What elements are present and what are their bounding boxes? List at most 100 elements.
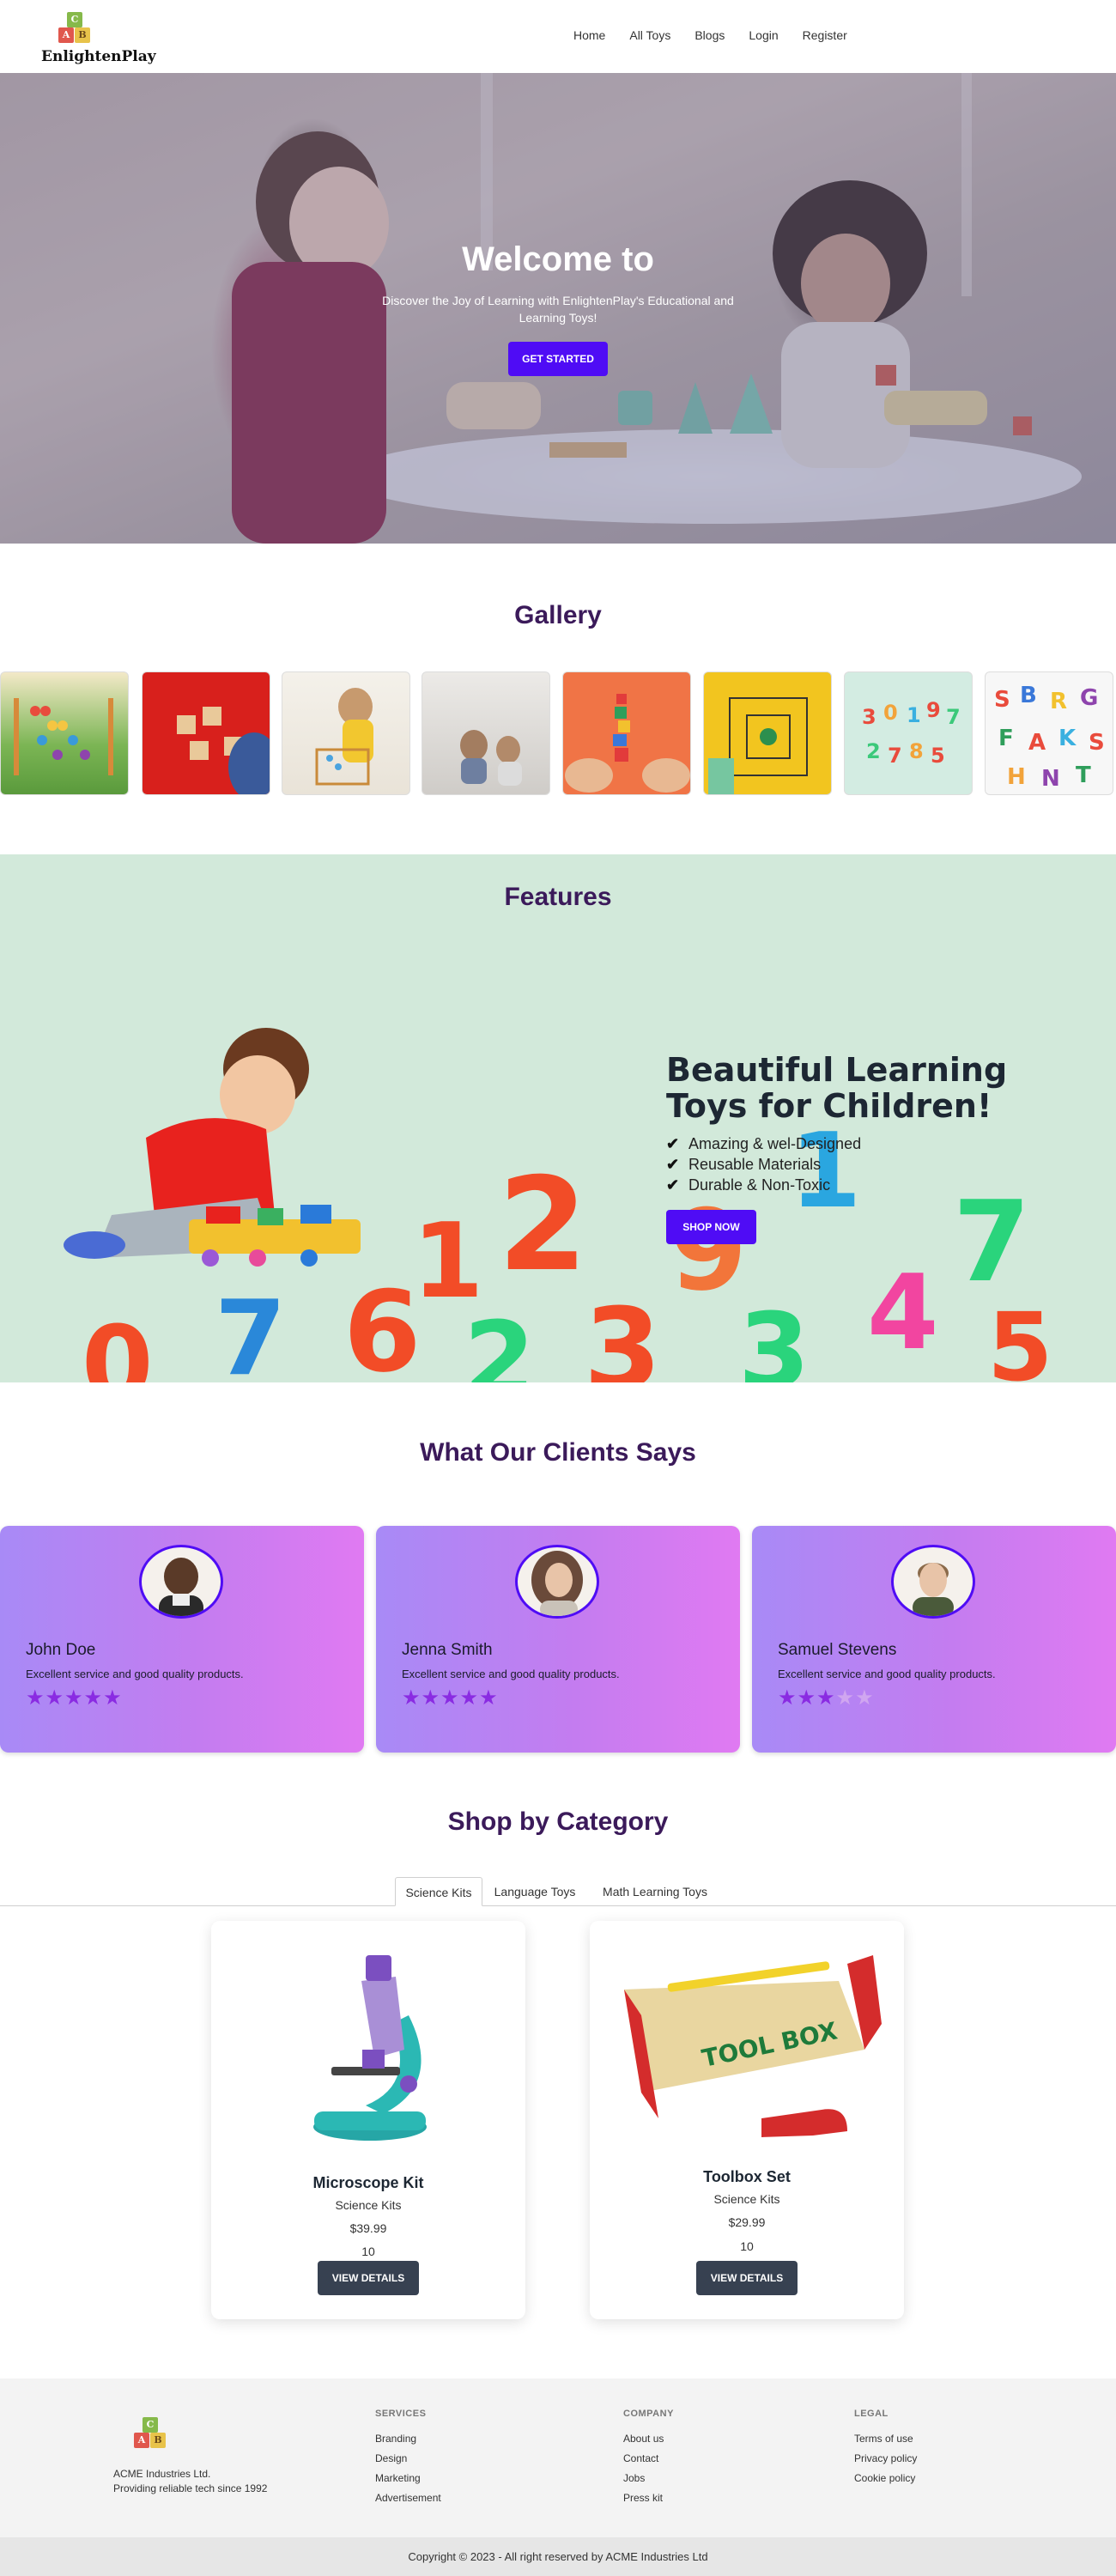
foam-number: 6	[343, 1267, 422, 1382]
testimonials-title: What Our Clients Says	[420, 1438, 696, 1467]
category-tabs: Science Kits Language Toys Math Learning…	[0, 1877, 1116, 1906]
product-image-toolbox: TOOL BOX	[624, 1955, 882, 2137]
logo-block-b: B	[150, 2433, 166, 2448]
svg-text:S: S	[1089, 730, 1105, 756]
view-details-button[interactable]: VIEW DETAILS	[318, 2261, 419, 2295]
star-icon: ★	[440, 1686, 460, 1710]
gallery-image-letter-blocks[interactable]	[142, 671, 270, 795]
gallery-image-girl-abacus[interactable]	[282, 671, 410, 795]
footer-link-contact[interactable]: Contact	[623, 2452, 658, 2464]
features-list-item: ✔ Amazing & wel-Designed	[666, 1133, 861, 1154]
svg-text:3: 3	[862, 705, 876, 729]
tab-science-kits[interactable]: Science Kits	[395, 1877, 482, 1906]
foam-number: 0	[82, 1305, 154, 1382]
footer-link-about-us[interactable]: About us	[623, 2433, 664, 2445]
footer-link-marketing[interactable]: Marketing	[375, 2472, 421, 2484]
nav-register[interactable]: Register	[803, 28, 847, 42]
get-started-button[interactable]: GET STARTED	[508, 342, 608, 376]
star-empty-icon: ★	[835, 1686, 856, 1710]
svg-text:2: 2	[866, 739, 881, 763]
hero-title: Welcome to	[462, 240, 654, 278]
star-icon: ★	[459, 1686, 480, 1710]
svg-text:N: N	[1041, 766, 1060, 792]
gallery-image-stacking-blocks[interactable]	[562, 671, 691, 795]
star-icon: ★	[26, 1686, 45, 1710]
gallery-image-busy-board[interactable]	[703, 671, 832, 795]
logo-block-a: A	[134, 2433, 149, 2448]
footer-company-title: COMPANY	[623, 2409, 674, 2419]
svg-text:1: 1	[907, 703, 921, 727]
footer-link-terms[interactable]: Terms of use	[854, 2433, 913, 2445]
testimonial-name: Samuel Stevens	[778, 1641, 897, 1659]
svg-text:H: H	[1007, 764, 1026, 790]
product-image-microscope	[313, 1955, 427, 2141]
svg-text:B: B	[1020, 683, 1037, 708]
rating-stars: ★★★★★	[26, 1686, 123, 1710]
star-icon: ★	[64, 1686, 84, 1710]
features-list-item: ✔ Durable & Non-Toxic	[666, 1175, 861, 1195]
testimonial-card: John Doe Excellent service and good qual…	[0, 1526, 364, 1753]
features-item-label: Amazing & wel-Designed	[688, 1135, 862, 1152]
svg-text:T: T	[1076, 762, 1091, 788]
product-category: Science Kits	[335, 2198, 402, 2212]
footer-link-press-kit[interactable]: Press kit	[623, 2492, 663, 2504]
testimonial-text: Excellent service and good quality produ…	[778, 1668, 996, 1680]
footer: C A B ACME Industries Ltd. Providing rel…	[0, 2379, 1116, 2537]
check-icon: ✔	[666, 1135, 680, 1152]
hero-subtitle: Discover the Joy of Learning with Enligh…	[382, 294, 734, 325]
footer-tagline: Providing reliable tech since 1992	[113, 2482, 268, 2494]
star-icon: ★	[83, 1686, 104, 1710]
svg-text:9: 9	[926, 698, 941, 722]
shop-now-button[interactable]: SHOP NOW	[666, 1210, 756, 1244]
nav-login[interactable]: Login	[749, 28, 778, 42]
shop-category-title: Shop by Category	[447, 1807, 669, 1836]
testimonials-list: John Doe Excellent service and good qual…	[0, 1526, 1116, 1753]
view-details-button[interactable]: VIEW DETAILS	[696, 2261, 798, 2295]
svg-text:0: 0	[883, 701, 898, 725]
foam-number: 7	[953, 1176, 1031, 1307]
star-icon: ★	[479, 1686, 499, 1710]
features-section: Features 1 2 9 1 7 6 3 4 7 3 5 0 2 Beaut…	[0, 854, 1116, 1382]
foam-number: 9	[670, 1185, 748, 1315]
footer-services-title: SERVICES	[375, 2409, 427, 2419]
star-icon: ★	[778, 1686, 798, 1710]
features-list: ✔ Amazing & wel-Designed ✔ Reusable Materi…	[666, 1133, 861, 1195]
tab-language-toys[interactable]: Language Toys	[486, 1877, 584, 1906]
nav-all-toys[interactable]: All Toys	[629, 28, 670, 42]
footer-link-privacy[interactable]: Privacy policy	[854, 2452, 917, 2464]
product-card: TOOL BOX Toolbox Set Science Kits $29.99…	[590, 1921, 904, 2319]
nav-blogs[interactable]: Blogs	[694, 28, 725, 42]
testimonial-card: Jenna Smith Excellent service and good q…	[376, 1526, 740, 1753]
svg-text:R: R	[1050, 689, 1067, 714]
check-icon: ✔	[666, 1176, 680, 1194]
footer-link-cookie[interactable]: Cookie policy	[854, 2472, 915, 2484]
gallery-image-foam-letters[interactable]: SBRGFAKSHNT	[985, 671, 1113, 795]
star-icon: ★	[816, 1686, 836, 1710]
nav-home[interactable]: Home	[573, 28, 605, 42]
gallery-image-number-toys[interactable]: 301972785	[844, 671, 973, 795]
gallery-image-kids-playroom[interactable]	[422, 671, 550, 795]
blocks-logo-icon: C A B	[53, 12, 96, 43]
star-icon: ★	[797, 1686, 817, 1710]
testimonial-name: John Doe	[26, 1641, 96, 1659]
footer-link-branding[interactable]: Branding	[375, 2433, 416, 2445]
testimonial-name: Jenna Smith	[402, 1641, 493, 1659]
svg-text:5: 5	[931, 744, 945, 768]
footer-link-jobs[interactable]: Jobs	[623, 2472, 645, 2484]
brand-logo[interactable]: C A B EnlightenPlay	[41, 12, 170, 69]
brand-name: EnlightenPlay	[41, 48, 156, 65]
svg-text:7: 7	[888, 744, 902, 768]
product-category: Science Kits	[713, 2192, 780, 2206]
logo-block-c: C	[67, 12, 82, 27]
logo-block-c: C	[143, 2417, 158, 2433]
testimonial-text: Excellent service and good quality produ…	[26, 1668, 244, 1680]
footer-link-advertisement[interactable]: Advertisement	[375, 2492, 441, 2504]
gallery-image-abacus[interactable]	[0, 671, 129, 795]
gallery-strip: 301972785 SBRGFAKSHNT	[0, 671, 1116, 797]
tab-math-learning-toys[interactable]: Math Learning Toys	[592, 1877, 718, 1906]
testimonial-card: Samuel Stevens Excellent service and goo…	[752, 1526, 1116, 1753]
footer-link-design[interactable]: Design	[375, 2452, 407, 2464]
foam-number: 3	[738, 1292, 810, 1382]
foam-number: 5	[987, 1292, 1053, 1382]
features-heading: Beautiful Learning Toys for Children!	[666, 1051, 1008, 1125]
